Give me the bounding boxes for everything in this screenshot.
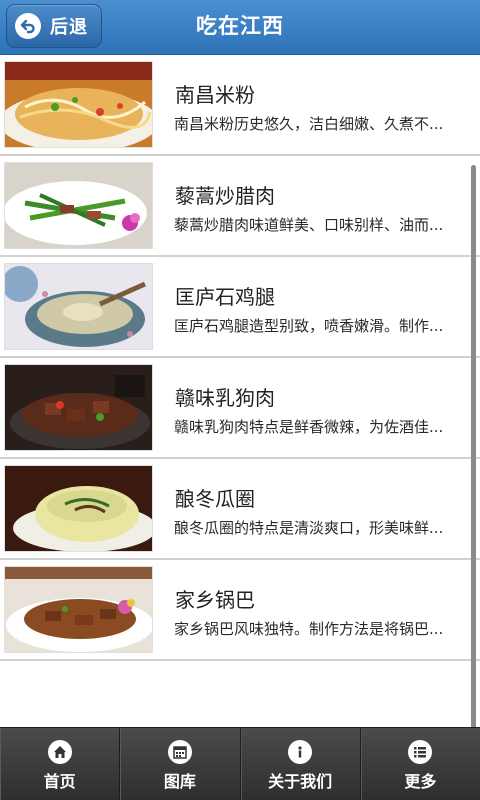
nav-label: 更多 [404, 772, 437, 791]
bottom-nav-bar: 首页 图库 关于我们 更多 [0, 727, 480, 800]
list-item-artemisia-bacon[interactable]: 藜蒿炒腊肉 藜蒿炒腊肉味道鲜美、口味别样、油而... [0, 156, 480, 257]
dish-image [4, 364, 153, 451]
dish-image [4, 566, 153, 653]
item-description: 赣味乳狗肉特点是鲜香微辣，为佐酒佳... [174, 418, 444, 436]
item-title: 匡庐石鸡腿 [175, 285, 275, 309]
nav-label: 关于我们 [268, 772, 333, 791]
item-description: 家乡锅巴风味独特。制作方法是将锅巴... [174, 620, 444, 638]
header-bar: 后退 吃在江西 [0, 0, 480, 55]
nav-item-about-us[interactable]: 关于我们 [241, 728, 361, 800]
app-screen: 后退 吃在江西 南昌米粉 南昌米粉历史悠久，洁白细嫩、久煮不... 藜蒿炒腊肉 … [0, 0, 480, 800]
calendar-grid-icon [167, 740, 192, 764]
home-icon [47, 740, 72, 764]
back-button[interactable]: 后退 [6, 4, 102, 48]
nav-item-more[interactable]: 更多 [361, 728, 480, 800]
item-title: 家乡锅巴 [175, 588, 255, 612]
item-title: 藜蒿炒腊肉 [175, 184, 275, 208]
item-description: 南昌米粉历史悠久，洁白细嫩、久煮不... [174, 115, 444, 133]
info-icon [288, 740, 313, 764]
list-item-stuffed-winter-melon[interactable]: 酿冬瓜圈 酿冬瓜圈的特点是清淡爽口，形美味鲜... [0, 459, 480, 560]
back-arrow-icon [15, 13, 41, 39]
scrollbar[interactable] [471, 165, 476, 727]
dish-image [4, 162, 153, 249]
list-item-jiangxi-style-meat[interactable]: 赣味乳狗肉 赣味乳狗肉特点是鲜香微辣，为佐酒佳... [0, 358, 480, 459]
nav-item-gallery[interactable]: 图库 [120, 728, 241, 800]
back-button-label: 后退 [50, 17, 88, 38]
nav-item-home[interactable]: 首页 [0, 728, 121, 800]
dish-image [4, 61, 153, 148]
dish-list[interactable]: 南昌米粉 南昌米粉历史悠久，洁白细嫩、久煮不... 藜蒿炒腊肉 藜蒿炒腊肉味道鲜… [0, 55, 480, 727]
item-title: 南昌米粉 [175, 83, 255, 107]
list-item-stone-chicken-leg[interactable]: 匡庐石鸡腿 匡庐石鸡腿造型别致，喷香嫩滑。制作... [0, 257, 480, 358]
nav-label: 首页 [43, 772, 76, 791]
item-description: 匡庐石鸡腿造型别致，喷香嫩滑。制作... [174, 317, 444, 335]
list-icon [408, 740, 433, 764]
list-item-hometown-rice-crust[interactable]: 家乡锅巴 家乡锅巴风味独特。制作方法是将锅巴... [0, 560, 480, 661]
item-title: 赣味乳狗肉 [175, 386, 275, 410]
nav-label: 图库 [163, 772, 196, 791]
item-description: 酿冬瓜圈的特点是清淡爽口，形美味鲜... [174, 519, 444, 537]
item-title: 酿冬瓜圈 [175, 487, 255, 511]
list-item-nanchang-rice-noodles[interactable]: 南昌米粉 南昌米粉历史悠久，洁白细嫩、久煮不... [0, 55, 480, 156]
item-description: 藜蒿炒腊肉味道鲜美、口味别样、油而... [174, 216, 444, 234]
dish-image [4, 465, 153, 552]
dish-image [4, 263, 153, 350]
